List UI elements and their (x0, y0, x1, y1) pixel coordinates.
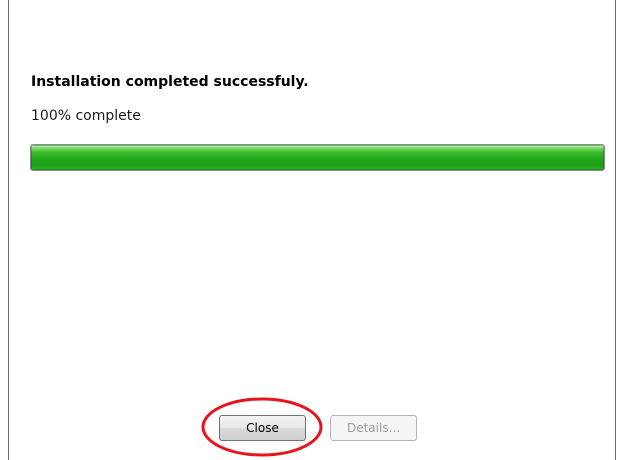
highlight-circle-annotation (201, 397, 323, 457)
progress-bar (30, 144, 605, 171)
status-title: Installation completed successfuly. (31, 74, 309, 90)
dialog-right-border (615, 0, 616, 460)
details-button: Details... (330, 415, 417, 441)
progress-text: 100% complete (31, 108, 141, 124)
progress-bar-fill (31, 145, 604, 170)
dialog-left-border (8, 0, 9, 460)
installer-dialog: Installation completed successfuly. 100%… (0, 0, 618, 460)
